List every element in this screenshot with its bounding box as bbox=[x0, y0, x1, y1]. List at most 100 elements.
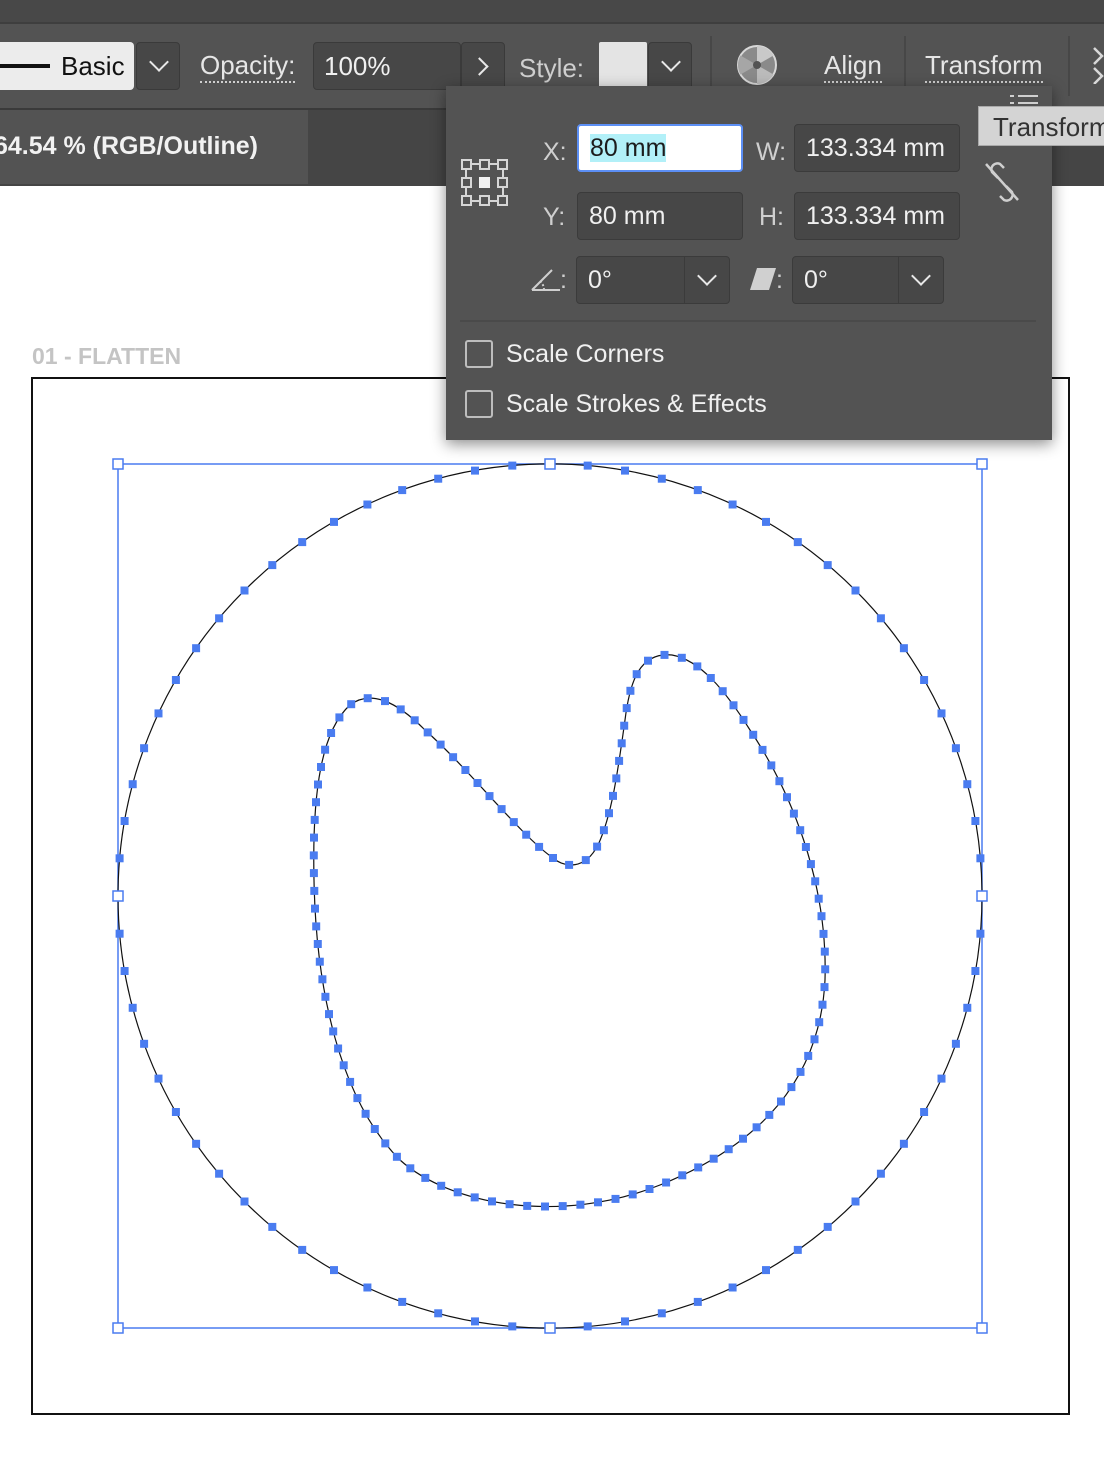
anchor-point[interactable] bbox=[549, 854, 557, 862]
anchor-point[interactable] bbox=[694, 1163, 703, 1172]
anchor-point[interactable] bbox=[437, 1181, 446, 1190]
anchor-point[interactable] bbox=[787, 1083, 796, 1092]
anchor-point[interactable] bbox=[815, 1018, 824, 1027]
anchor-point[interactable] bbox=[335, 713, 344, 722]
anchor-point[interactable] bbox=[796, 1067, 805, 1076]
anchor-point[interactable] bbox=[804, 1051, 813, 1060]
anchor-point[interactable] bbox=[268, 561, 277, 570]
anchor-point[interactable] bbox=[821, 965, 830, 974]
anchor-point[interactable] bbox=[678, 1171, 687, 1180]
anchor-point[interactable] bbox=[937, 709, 946, 718]
anchor-point[interactable] bbox=[762, 517, 770, 526]
anchor-point[interactable] bbox=[485, 792, 494, 801]
anchor-point[interactable] bbox=[268, 1222, 277, 1231]
anchor-point[interactable] bbox=[739, 1134, 747, 1143]
anchor-point[interactable] bbox=[410, 716, 419, 725]
anchor-point[interactable] bbox=[793, 538, 802, 547]
x-input[interactable]: 80 mm bbox=[577, 124, 743, 172]
rotate-angle-dropdown[interactable] bbox=[684, 256, 728, 304]
anchor-point[interactable] bbox=[115, 929, 124, 938]
anchor-point[interactable] bbox=[851, 586, 860, 595]
anchor-point[interactable] bbox=[801, 843, 810, 851]
anchor-point[interactable] bbox=[558, 1202, 567, 1211]
shear-angle-dropdown[interactable] bbox=[898, 256, 942, 304]
anchor-point[interactable] bbox=[657, 474, 666, 483]
anchor-point[interactable] bbox=[361, 1109, 370, 1118]
anchor-point[interactable] bbox=[876, 1169, 885, 1178]
bounding-box-handle[interactable] bbox=[112, 458, 124, 470]
anchor-point[interactable] bbox=[789, 809, 798, 818]
anchor-point[interactable] bbox=[240, 1197, 249, 1206]
anchor-point[interactable] bbox=[657, 1309, 666, 1318]
anchor-point[interactable] bbox=[312, 922, 321, 931]
anchor-point[interactable] bbox=[535, 842, 544, 851]
anchor-point[interactable] bbox=[318, 975, 327, 984]
anchor-point[interactable] bbox=[421, 1173, 430, 1182]
anchor-point[interactable] bbox=[565, 860, 574, 869]
anchor-point[interactable] bbox=[298, 1245, 307, 1254]
anchor-point[interactable] bbox=[321, 745, 330, 754]
anchor-point[interactable] bbox=[937, 1074, 946, 1083]
anchor-point[interactable] bbox=[814, 894, 823, 903]
anchor-point[interactable] bbox=[311, 904, 319, 913]
anchor-point[interactable] bbox=[749, 730, 758, 739]
y-input[interactable]: 80 mm bbox=[577, 192, 743, 240]
anchor-points[interactable] bbox=[115, 461, 985, 1331]
anchor-point[interactable] bbox=[315, 957, 324, 966]
anchor-point[interactable] bbox=[471, 1317, 479, 1326]
anchor-point[interactable] bbox=[783, 793, 791, 802]
anchor-point[interactable] bbox=[192, 1139, 201, 1148]
anchor-point[interactable] bbox=[330, 517, 338, 526]
constrain-proportions-icon[interactable] bbox=[982, 160, 1022, 204]
anchor-point[interactable] bbox=[347, 700, 356, 709]
anchor-point[interactable] bbox=[820, 947, 829, 956]
anchor-point[interactable] bbox=[398, 1297, 407, 1306]
anchor-point[interactable] bbox=[976, 854, 985, 863]
anchor-point[interactable] bbox=[192, 644, 201, 653]
anchor-point[interactable] bbox=[406, 1164, 415, 1173]
anchor-point[interactable] bbox=[240, 586, 249, 595]
anchor-point[interactable] bbox=[971, 817, 980, 825]
anchor-point[interactable] bbox=[353, 1094, 362, 1103]
anchor-point[interactable] bbox=[310, 886, 319, 895]
bounding-box-handle[interactable] bbox=[976, 458, 988, 470]
anchor-point[interactable] bbox=[718, 687, 727, 696]
anchor-point[interactable] bbox=[628, 1190, 637, 1199]
anchor-point[interactable] bbox=[215, 614, 224, 623]
anchor-point[interactable] bbox=[609, 791, 617, 800]
anchor-point[interactable] bbox=[920, 676, 929, 684]
anchor-point[interactable] bbox=[693, 486, 702, 495]
anchor-point[interactable] bbox=[622, 704, 631, 713]
anchor-point[interactable] bbox=[154, 1074, 163, 1083]
anchor-point[interactable] bbox=[497, 805, 506, 814]
anchor-point[interactable] bbox=[339, 1061, 348, 1070]
anchor-point[interactable] bbox=[615, 756, 624, 765]
anchor-point[interactable] bbox=[461, 766, 470, 774]
anchor-point[interactable] bbox=[820, 983, 829, 992]
anchor-point[interactable] bbox=[370, 1125, 379, 1133]
anchor-point[interactable] bbox=[313, 940, 322, 948]
anchor-point[interactable] bbox=[310, 833, 318, 842]
anchor-point[interactable] bbox=[312, 798, 320, 807]
bounding-box-handle[interactable] bbox=[112, 1322, 124, 1334]
anchor-point[interactable] bbox=[626, 686, 635, 695]
anchor-point[interactable] bbox=[806, 860, 815, 869]
bounding-box-handle[interactable] bbox=[976, 890, 988, 902]
anchor-point[interactable] bbox=[325, 1010, 333, 1019]
anchor-point[interactable] bbox=[473, 779, 482, 787]
anchor-point[interactable] bbox=[541, 1202, 549, 1211]
anchor-point[interactable] bbox=[599, 826, 608, 835]
anchor-point[interactable] bbox=[509, 818, 518, 827]
inner-blob-path[interactable] bbox=[313, 654, 826, 1208]
anchor-point[interactable] bbox=[321, 992, 330, 1001]
bounding-box-handle[interactable] bbox=[976, 1322, 988, 1334]
anchor-point[interactable] bbox=[522, 830, 531, 839]
anchor-point[interactable] bbox=[693, 662, 702, 671]
anchor-point[interactable] bbox=[662, 1178, 671, 1187]
anchor-point[interactable] bbox=[128, 780, 137, 789]
bounding-box-handle[interactable] bbox=[112, 890, 124, 902]
anchor-point[interactable] bbox=[851, 1197, 860, 1206]
anchor-point[interactable] bbox=[140, 1039, 149, 1048]
anchor-point[interactable] bbox=[621, 1317, 629, 1326]
anchor-point[interactable] bbox=[709, 1154, 718, 1163]
